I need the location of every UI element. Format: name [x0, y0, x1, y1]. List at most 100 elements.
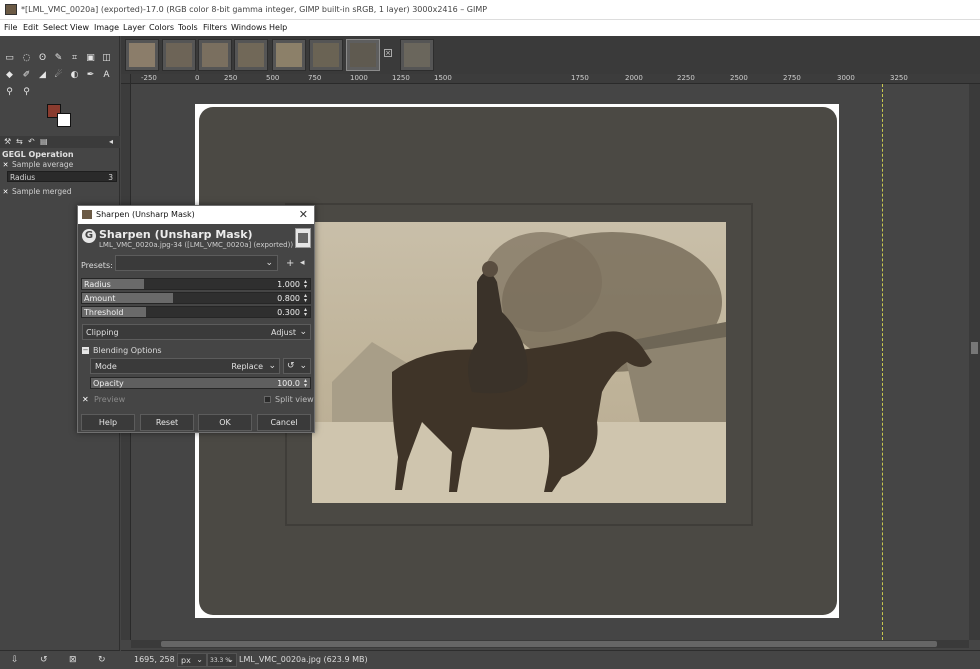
paintbrush-icon[interactable]: ✐	[20, 69, 33, 82]
radius-slider[interactable]: Radius 1.000 ▴ ▾	[81, 278, 311, 290]
image-tab[interactable]	[234, 39, 268, 71]
image-tab[interactable]	[198, 39, 232, 71]
menu-select[interactable]: Select	[43, 23, 68, 32]
checkbox-icon[interactable]	[264, 396, 271, 403]
warp-icon[interactable]: ◫	[100, 52, 113, 65]
composite-mode-combo[interactable]: ↺ ⌄	[283, 358, 311, 374]
dialog-titlebar[interactable]: Sharpen (Unsharp Mask) ✕	[78, 206, 314, 224]
color-picker-icon[interactable]: ⚲	[3, 86, 16, 99]
zoom-icon[interactable]: ⚲	[20, 86, 33, 99]
radius-field[interactable]: Radius 3	[7, 171, 117, 182]
spin-arrows-icon[interactable]: ▴ ▾	[302, 378, 309, 389]
sample-merged-row[interactable]: ✕ Sample merged	[2, 187, 72, 196]
chevron-down-icon: ⌄	[265, 258, 273, 268]
ok-button[interactable]: OK	[198, 414, 252, 431]
clipping-combo[interactable]: Clipping Adjust ⌄	[82, 324, 311, 340]
checkbox-icon[interactable]: ✕	[2, 162, 9, 169]
preview-toggle[interactable]: ✕ Preview	[82, 395, 182, 405]
preset-menu-icon[interactable]: ◂	[300, 258, 305, 268]
tool-options-tab-icon[interactable]: ⚒	[4, 137, 11, 146]
blending-options-expander[interactable]: − Blending Options	[82, 346, 282, 356]
menu-view[interactable]: View	[70, 23, 89, 32]
smudge-icon[interactable]: ☄	[52, 69, 65, 82]
lasso-icon[interactable]: ʘ	[36, 52, 49, 65]
text-tool-icon[interactable]: A	[100, 69, 113, 82]
close-tab-icon[interactable]: ×	[384, 49, 392, 57]
radius-label: Radius	[84, 280, 111, 289]
save-options-icon[interactable]: ⇩	[11, 655, 19, 665]
rect-select-icon[interactable]: ▭	[3, 52, 16, 65]
ruler-corner[interactable]	[121, 74, 131, 84]
presets-combo[interactable]: ⌄	[115, 255, 278, 271]
bucket-fill-icon[interactable]: ◆	[3, 69, 16, 82]
zoom-select[interactable]: 33.3 % ⌄	[207, 653, 237, 667]
ruler-tick-label: 2500	[730, 74, 748, 82]
reset-button[interactable]: Reset	[140, 414, 194, 431]
spin-arrows-icon[interactable]: ▴ ▾	[302, 293, 309, 304]
menu-layer[interactable]: Layer	[123, 23, 145, 32]
help-button[interactable]: Help	[81, 414, 135, 431]
menu-windows[interactable]: Windows	[231, 23, 267, 32]
menu-tools[interactable]: Tools	[178, 23, 198, 32]
amount-slider[interactable]: Amount 0.800 ▴ ▾	[81, 292, 311, 304]
tool-options-tabs[interactable]: ⚒ ⇆ ↶ ▤ ◂	[0, 136, 120, 148]
ruler-tick-label: 3250	[890, 74, 908, 82]
menu-colors[interactable]: Colors	[149, 23, 174, 32]
undo-history-tab-icon[interactable]: ↶	[28, 137, 35, 146]
add-preset-icon[interactable]: +	[286, 258, 294, 269]
split-view-toggle[interactable]: Split view	[264, 395, 314, 405]
menu-file[interactable]: File	[4, 23, 17, 32]
panel-menu-icon[interactable]: ◂	[109, 137, 113, 146]
horizontal-scrollbar[interactable]	[131, 640, 969, 648]
eraser-icon[interactable]: ◢	[36, 69, 49, 82]
spin-arrows-icon[interactable]: ▴ ▾	[302, 307, 309, 318]
horizontal-ruler[interactable]: -250 0 250 500 750 1000 1250 1500 1750 2…	[121, 74, 980, 84]
image-tab-active[interactable]	[346, 39, 380, 71]
restore-options-icon[interactable]: ↺	[40, 655, 48, 665]
menu-filters[interactable]: Filters	[203, 23, 227, 32]
vertical-scrollbar[interactable]	[969, 84, 980, 640]
ruler-tick-label: 3000	[837, 74, 855, 82]
crop-icon[interactable]: ⌗	[68, 52, 81, 65]
unit-select[interactable]: px ⌄	[177, 653, 207, 667]
path-icon[interactable]: ✒	[84, 69, 97, 82]
images-tab-icon[interactable]: ▤	[40, 137, 48, 146]
close-icon[interactable]: ✕	[299, 208, 308, 221]
opacity-slider[interactable]: Opacity 100.0 ▴ ▾	[90, 377, 311, 389]
tool-options-title: GEGL Operation	[2, 150, 74, 159]
image-tab[interactable]	[162, 39, 196, 71]
reset-options-icon[interactable]: ↻	[98, 655, 106, 665]
dodge-icon[interactable]: ◐	[68, 69, 81, 82]
menu-image[interactable]: Image	[94, 23, 119, 32]
image-tab[interactable]	[125, 39, 159, 71]
ruler-tick-label: -250	[141, 74, 157, 82]
collapse-icon[interactable]: −	[82, 347, 89, 354]
chevron-down-icon: ⌄	[196, 655, 203, 664]
checkbox-icon[interactable]: ✕	[2, 189, 9, 196]
sample-average-row[interactable]: ✕ Sample average	[2, 160, 74, 169]
chevron-down-icon: ⌄	[227, 655, 234, 664]
image-tab[interactable]	[309, 39, 343, 71]
background-color-swatch[interactable]	[57, 113, 71, 127]
cancel-button[interactable]: Cancel	[257, 414, 311, 431]
device-status-tab-icon[interactable]: ⇆	[16, 137, 23, 146]
fuzzy-select-icon[interactable]: ✎	[52, 52, 65, 65]
threshold-slider[interactable]: Threshold 0.300 ▴ ▾	[81, 306, 311, 318]
transform-icon[interactable]: ▣	[84, 52, 97, 65]
checkbox-checked-icon[interactable]: ✕	[82, 395, 89, 404]
delete-options-icon[interactable]: ⊠	[69, 655, 77, 665]
spin-arrows-icon[interactable]: ▴ ▾	[302, 279, 309, 290]
scroll-thumb[interactable]	[161, 641, 937, 647]
scroll-thumb[interactable]	[971, 342, 978, 354]
window-title: *[LML_VMC_0020a] (exported)-17.0 (RGB co…	[21, 5, 488, 14]
menu-help[interactable]: Help	[269, 23, 287, 32]
opacity-label: Opacity	[93, 379, 124, 388]
mode-combo[interactable]: Mode Replace ⌄	[90, 358, 280, 374]
threshold-label: Threshold	[84, 308, 124, 317]
free-select-icon[interactable]: ◌	[20, 52, 33, 65]
gimp-app-icon	[82, 210, 92, 219]
image-tab[interactable]	[272, 39, 306, 71]
menu-edit[interactable]: Edit	[23, 23, 39, 32]
image-tab[interactable]	[400, 39, 434, 71]
preview-label: Preview	[94, 395, 126, 404]
